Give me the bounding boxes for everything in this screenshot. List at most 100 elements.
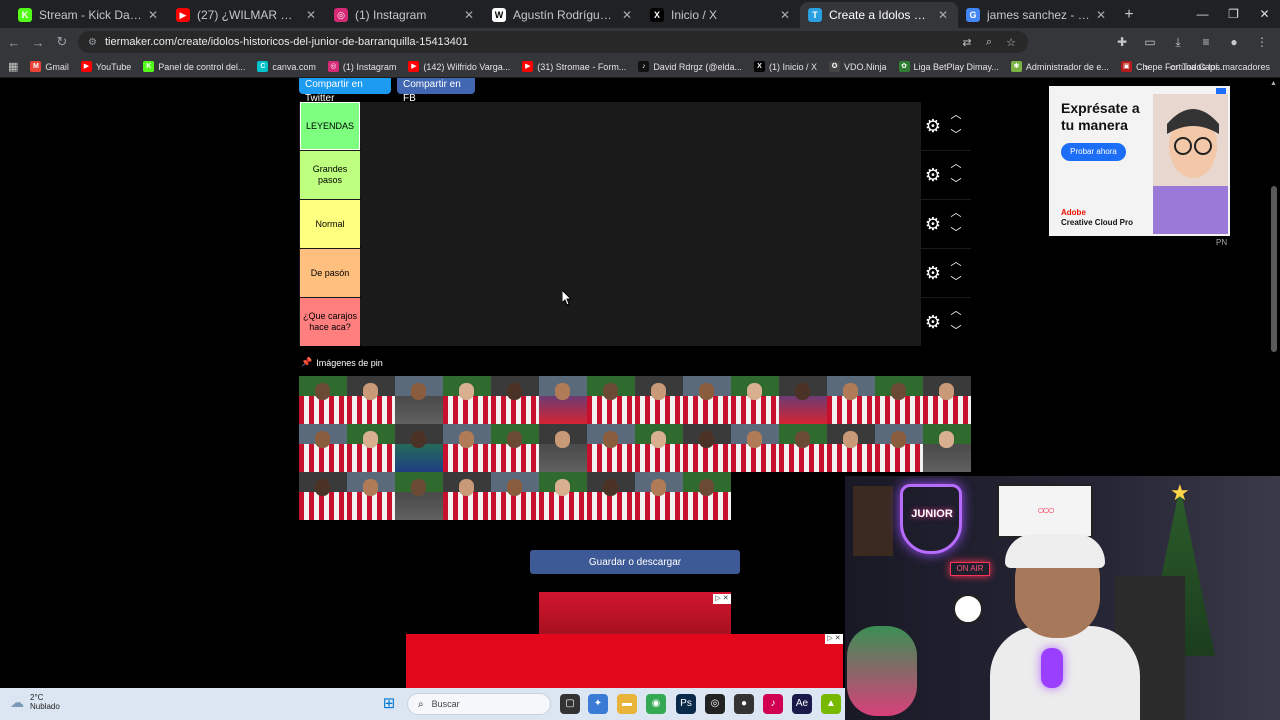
player-thumbnail[interactable]	[683, 472, 731, 520]
tier-drop-zone[interactable]	[361, 298, 921, 346]
bookmark-item[interactable]: ✪ VDO.Ninja	[829, 61, 887, 72]
ad-cta-button[interactable]: Probar ahora	[1061, 143, 1126, 161]
tier-label[interactable]: ¿Que carajos hace aca?	[300, 298, 360, 346]
taskview-icon[interactable]: ▢	[560, 694, 580, 714]
bookmark-star-icon[interactable]: ☆	[1002, 34, 1020, 50]
windows-start-icon[interactable]: ⊞	[380, 695, 398, 713]
media-icon[interactable]: ≡	[1194, 30, 1218, 54]
tab-close-icon[interactable]: ✕	[778, 8, 792, 22]
chevron-down-icon[interactable]: ﹀	[949, 324, 963, 338]
bookmark-item[interactable]: ✿ Liga BetPlay Dimay...	[898, 61, 999, 72]
bookmark-item[interactable]: ♪ David Rdrgz (@elda...	[638, 61, 742, 72]
forward-icon[interactable]: →	[26, 30, 50, 54]
player-thumbnail[interactable]	[635, 376, 683, 424]
player-thumbnail[interactable]	[875, 376, 923, 424]
scroll-up-icon[interactable]: ▲	[1270, 80, 1277, 87]
tab-close-icon[interactable]: ✕	[146, 8, 160, 22]
chevron-up-icon[interactable]: ︿	[949, 157, 963, 171]
player-thumbnail[interactable]	[395, 424, 443, 472]
tier-drop-zone[interactable]	[361, 151, 921, 199]
chevron-up-icon[interactable]: ︿	[949, 304, 963, 318]
nvidia-icon[interactable]: ▲	[821, 694, 841, 714]
player-thumbnail[interactable]	[683, 376, 731, 424]
player-thumbnail[interactable]	[347, 376, 395, 424]
zoom-icon[interactable]: ⌕	[980, 34, 998, 50]
chevron-down-icon[interactable]: ﹀	[949, 128, 963, 142]
weather-widget[interactable]: ☁ 2°C Nublado	[10, 693, 60, 711]
ad-choices-icon[interactable]: ▷ ✕	[713, 594, 731, 604]
bookmark-item[interactable]: ▶ (142) Wilfrido Varga...	[408, 61, 510, 72]
scrollbar-thumb[interactable]	[1271, 186, 1277, 352]
all-bookmarks[interactable]: » ▭ Todos los marcadores	[1144, 56, 1270, 78]
player-thumbnail[interactable]	[635, 472, 683, 520]
chrome-icon[interactable]: ◉	[646, 694, 666, 714]
profile-icon[interactable]: ●	[1222, 30, 1246, 54]
share-fb-button[interactable]: Compartir en FB	[397, 78, 475, 104]
obs-icon[interactable]: ◎	[705, 694, 725, 714]
new-tab-icon[interactable]: +	[1116, 2, 1142, 28]
taskbar-search[interactable]: ⌕ Buscar	[407, 693, 551, 715]
player-thumbnail[interactable]	[395, 472, 443, 520]
bottom-advertisement[interactable]: ▷ ✕	[406, 634, 843, 688]
back-icon[interactable]: ←	[2, 30, 26, 54]
menu-icon[interactable]: ⋮	[1250, 30, 1274, 54]
file-explorer-icon[interactable]: ▬	[617, 694, 637, 714]
recording-app-icon[interactable]: ●	[734, 694, 754, 714]
player-thumbnail[interactable]	[635, 424, 683, 472]
player-thumbnail[interactable]	[875, 424, 923, 472]
player-thumbnail[interactable]	[587, 424, 635, 472]
apps-icon[interactable]: ▦	[8, 60, 18, 73]
browser-tab[interactable]: T Create a Idolos historicos del ju ✕	[800, 2, 958, 28]
bookmark-item[interactable]: ▶ (31) Stromae - Form...	[522, 61, 626, 72]
browser-tab[interactable]: X Inicio / X ✕	[642, 2, 800, 28]
ad-close-icon[interactable]: ▷ ✕	[825, 634, 843, 644]
close-window-icon[interactable]: ✕	[1249, 0, 1280, 28]
chevron-up-icon[interactable]: ︿	[949, 108, 963, 122]
gear-icon[interactable]: ⚙	[923, 116, 943, 136]
browser-tab[interactable]: W Agustín Rodríguez Rosano - W ✕	[484, 2, 642, 28]
bookmark-item[interactable]: ✱ Administrador de e...	[1010, 61, 1109, 72]
player-thumbnail[interactable]	[395, 376, 443, 424]
player-thumbnail[interactable]	[443, 376, 491, 424]
player-thumbnail[interactable]	[299, 424, 347, 472]
player-thumbnail[interactable]	[827, 424, 875, 472]
player-thumbnail[interactable]	[683, 424, 731, 472]
browser-tab[interactable]: Gjames sanchez - Buscar con Go ✕	[958, 2, 1116, 28]
player-thumbnail[interactable]	[347, 472, 395, 520]
after-effects-icon[interactable]: Ae	[792, 694, 812, 714]
tab-close-icon[interactable]: ✕	[462, 8, 476, 22]
tab-close-icon[interactable]: ✕	[1094, 8, 1108, 22]
gear-icon[interactable]: ⚙	[923, 312, 943, 332]
photoshop-icon[interactable]: Ps	[676, 694, 696, 714]
reload-icon[interactable]: ↻	[50, 30, 74, 54]
tier-label[interactable]: De pasón	[300, 249, 360, 297]
player-thumbnail[interactable]	[491, 376, 539, 424]
tiktok-app-icon[interactable]: ♪	[763, 694, 783, 714]
gear-icon[interactable]: ⚙	[923, 263, 943, 283]
chevron-down-icon[interactable]: ﹀	[949, 226, 963, 240]
player-thumbnail[interactable]	[539, 472, 587, 520]
adobe-advertisement[interactable]: Exprésate a tu manera Probar ahora Adobe…	[1049, 86, 1230, 236]
tier-label[interactable]: Normal	[300, 200, 360, 248]
tab-close-icon[interactable]: ✕	[620, 8, 634, 22]
save-download-button[interactable]: Guardar o descargar	[530, 550, 740, 574]
download-icon[interactable]: ⤓	[1166, 30, 1190, 54]
player-thumbnail[interactable]	[539, 376, 587, 424]
player-thumbnail[interactable]	[731, 424, 779, 472]
player-thumbnail[interactable]	[491, 472, 539, 520]
bookmark-item[interactable]: K Panel de control del...	[143, 61, 245, 72]
browser-tab[interactable]: ▶ (27) ¿WILMAR BARRIOS Y A ✕	[168, 2, 326, 28]
player-thumbnail[interactable]	[443, 472, 491, 520]
bookmark-item[interactable]: Ccanva.com	[257, 61, 316, 72]
chevron-up-icon[interactable]: ︿	[949, 255, 963, 269]
bookmark-item[interactable]: M Gmail	[30, 61, 69, 72]
player-thumbnail[interactable]	[923, 424, 971, 472]
browser-tab[interactable]: ◎ (1) Instagram ✕	[326, 2, 484, 28]
chevron-down-icon[interactable]: ﹀	[949, 177, 963, 191]
gear-icon[interactable]: ⚙	[923, 165, 943, 185]
tab-close-icon[interactable]: ✕	[304, 8, 318, 22]
chevron-up-icon[interactable]: ︿	[949, 206, 963, 220]
tab-close-icon[interactable]: ✕	[936, 8, 950, 22]
minimize-icon[interactable]: —	[1187, 0, 1218, 28]
bookmark-item[interactable]: X (1) Inicio / X	[753, 61, 817, 72]
